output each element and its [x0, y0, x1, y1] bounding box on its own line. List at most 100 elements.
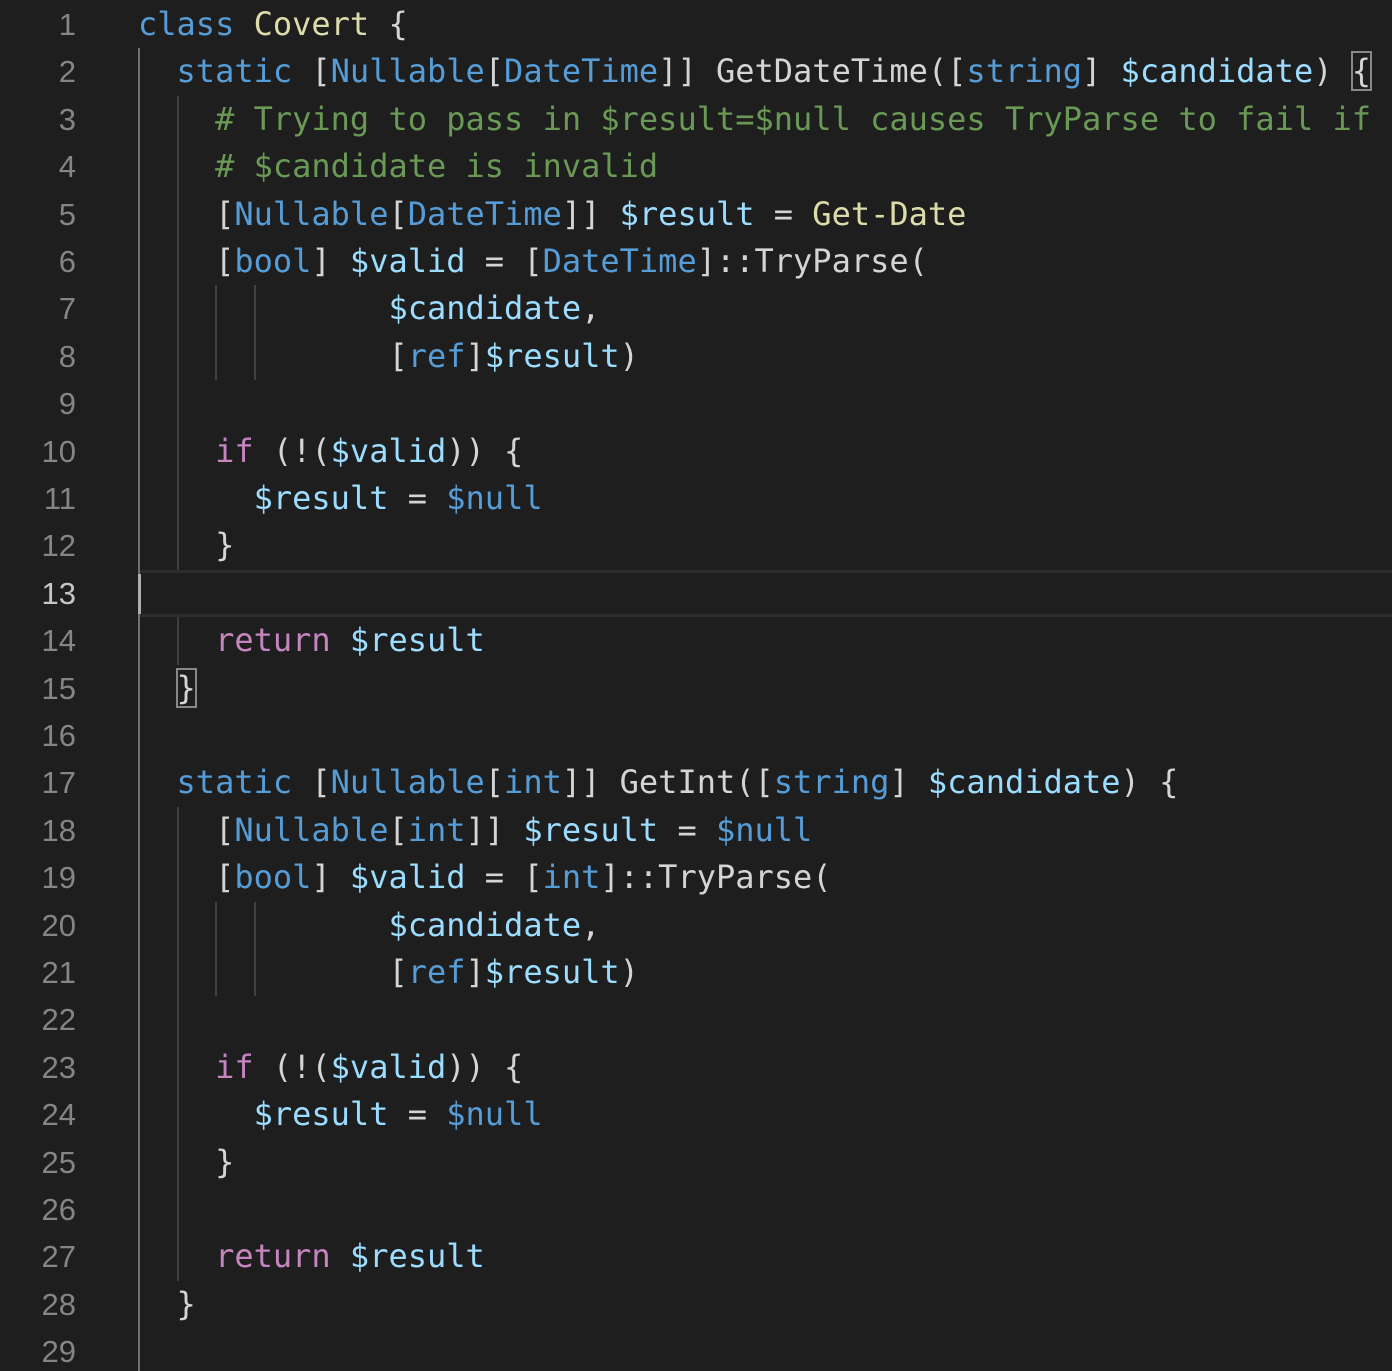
code-line-14[interactable]: 14 return $result — [0, 617, 1392, 665]
indent-guide — [138, 996, 140, 1044]
code-text[interactable]: $candidate, — [138, 285, 600, 332]
line-number: 4 — [58, 149, 76, 185]
code-token: # Trying to pass in $result=$null causes… — [215, 99, 1371, 138]
line-number: 5 — [58, 196, 76, 232]
code-line-19[interactable]: 19 [bool] $valid = [int]::TryParse( — [0, 854, 1392, 902]
code-text[interactable]: static [Nullable[int]] GetInt([string] $… — [138, 759, 1179, 806]
code-token: ] — [465, 953, 485, 991]
code-text[interactable]: [ref]$result) — [138, 949, 638, 996]
code-line-6[interactable]: 6 [bool] $valid = [DateTime]::TryParse( — [0, 238, 1392, 286]
code-text[interactable]: if (!($valid)) { — [138, 1044, 523, 1091]
code-line-21[interactable]: 21 [ref]$result) — [0, 949, 1392, 997]
line-number: 16 — [41, 718, 76, 753]
code-token: } — [138, 1142, 235, 1181]
code-line-1[interactable]: 1 class Covert { — [0, 1, 1392, 48]
code-text[interactable]: $candidate, — [138, 902, 600, 949]
code-line-7[interactable]: 7 $candidate, — [0, 285, 1392, 333]
line-number: 25 — [41, 1144, 76, 1180]
line-number: 27 — [41, 1239, 76, 1275]
code-text[interactable]: # Trying to pass in $result=$null causes… — [138, 96, 1371, 143]
code-token: = [ — [465, 858, 543, 897]
line-number: 9 — [58, 386, 76, 422]
code-token: [ — [292, 763, 331, 802]
code-token: [ — [138, 953, 408, 991]
code-editor[interactable]: 1 class Covert {2 static [Nullable[DateTi… — [0, 0, 1392, 1371]
code-text[interactable]: } — [138, 1139, 234, 1186]
code-line-23[interactable]: 23 if (!($valid)) { — [0, 1043, 1392, 1092]
code-token: [ — [138, 858, 235, 897]
code-line-5[interactable]: 5 [Nullable[DateTime]] $result = Get-Dat… — [0, 190, 1392, 238]
code-text[interactable]: $result = $null — [138, 475, 543, 522]
code-token: class — [138, 5, 235, 43]
code-line-27[interactable]: 27 return $result — [0, 1233, 1392, 1281]
code-text[interactable]: } — [138, 1281, 196, 1328]
code-token: )) { — [446, 1047, 524, 1086]
code-token: (!( — [253, 431, 331, 470]
code-line-3[interactable]: 3 # Trying to pass in $result=$null caus… — [0, 95, 1392, 144]
code-token: = — [388, 1095, 447, 1134]
code-line-11[interactable]: 11 $result = $null — [0, 475, 1392, 523]
code-token: ) { — [1120, 763, 1179, 802]
code-text[interactable]: [ref]$result) — [138, 333, 638, 380]
code-text[interactable]: [bool] $valid = [DateTime]::TryParse( — [138, 238, 928, 285]
code-token: [ — [388, 810, 408, 849]
code-token: { — [369, 5, 408, 43]
code-token: $valid — [330, 431, 447, 470]
code-text[interactable]: [Nullable[int]] $result = $null — [138, 807, 812, 854]
code-token: ] — [311, 242, 350, 280]
code-text[interactable]: if (!($valid)) { — [138, 428, 523, 475]
code-text[interactable]: return $result — [138, 617, 485, 664]
code-text[interactable]: # $candidate is invalid — [138, 143, 658, 190]
code-line-13[interactable]: 13 — [0, 569, 1392, 618]
code-line-2[interactable]: 2 static [Nullable[DateTime]] GetDateTim… — [0, 48, 1392, 96]
code-token: $result — [484, 953, 620, 991]
code-token: (!( — [253, 1047, 331, 1086]
code-text[interactable]: [Nullable[DateTime]] $result = Get-Date — [138, 191, 966, 238]
code-text[interactable]: $result = $null — [138, 1091, 543, 1138]
code-text[interactable]: } — [138, 665, 197, 712]
code-line-8[interactable]: 8 [ref]$result) — [0, 332, 1392, 381]
code-line-4[interactable]: 4 # $candidate is invalid — [0, 143, 1392, 191]
code-token: GetDateTime — [715, 52, 928, 91]
code-line-26[interactable]: 26 — [0, 1186, 1392, 1234]
code-line-10[interactable]: 10 if (!($valid)) { — [0, 427, 1392, 475]
code-text[interactable]: static [Nullable[DateTime]] GetDateTime(… — [138, 48, 1373, 95]
code-text[interactable]: [bool] $valid = [int]::TryParse( — [138, 854, 832, 901]
text-cursor — [138, 573, 141, 614]
code-token: ] — [465, 336, 485, 375]
code-line-16[interactable]: 16 — [0, 712, 1392, 760]
code-line-9[interactable]: 9 — [0, 380, 1392, 428]
code-line-20[interactable]: 20 $candidate, — [0, 901, 1392, 949]
code-token: $result — [484, 336, 620, 375]
code-text[interactable]: class Covert { — [138, 1, 408, 48]
code-token: $candidate — [388, 905, 582, 944]
code-line-22[interactable]: 22 — [0, 996, 1392, 1044]
code-token: $result — [253, 1095, 389, 1134]
code-token: # $candidate is invalid — [215, 147, 659, 186]
code-line-18[interactable]: 18 [Nullable[int]] $result = $null — [0, 806, 1392, 855]
code-token: bool — [234, 242, 312, 280]
code-line-29[interactable]: 29 — [0, 1328, 1392, 1371]
code-line-15[interactable]: 15 } — [0, 664, 1392, 712]
code-token: ] — [1082, 52, 1121, 91]
code-token: ]] — [658, 52, 716, 91]
code-line-17[interactable]: 17 static [Nullable[int]] GetInt([string… — [0, 759, 1392, 807]
code-text[interactable]: return $result — [138, 1233, 485, 1280]
code-line-28[interactable]: 28 } — [0, 1280, 1392, 1329]
code-line-24[interactable]: 24 $result = $null — [0, 1091, 1392, 1139]
indent-guide — [138, 380, 140, 428]
code-line-12[interactable]: 12 } — [0, 522, 1392, 570]
code-line-25[interactable]: 25 } — [0, 1138, 1392, 1186]
code-token: ]] — [561, 194, 620, 233]
line-number: 1 — [58, 7, 76, 42]
code-text[interactable]: } — [138, 522, 234, 569]
code-token: Get-Date — [812, 194, 967, 233]
code-token: int — [542, 858, 601, 897]
